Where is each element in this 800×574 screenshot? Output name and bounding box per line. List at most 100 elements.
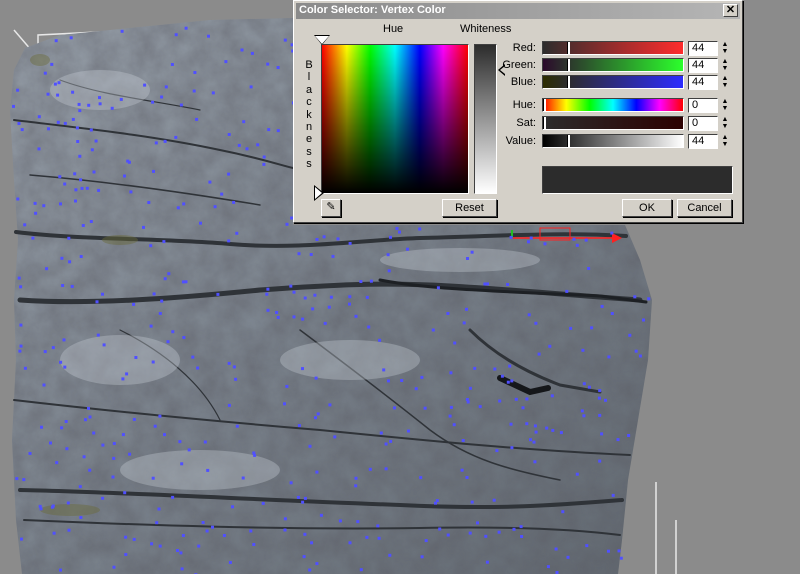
hue-value-field[interactable]: 0 [688, 98, 718, 113]
vertex-point [74, 199, 77, 203]
vertex-point [431, 328, 435, 332]
dialog-titlebar[interactable]: Color Selector: Vertex Color ✕ [296, 3, 740, 19]
green-slider[interactable] [542, 58, 684, 72]
vertex-point [201, 521, 205, 524]
hue-spinner[interactable]: ▲ ▼ [720, 98, 730, 113]
green-value-field[interactable]: 44 [688, 58, 718, 73]
vertex-point [182, 202, 186, 206]
vertex-point [329, 295, 333, 299]
vertex-point [53, 82, 57, 86]
hue-pointer[interactable] [315, 36, 329, 44]
value-value-field[interactable]: 44 [688, 134, 718, 149]
blue-value-field[interactable]: 44 [688, 75, 718, 90]
hue-slider[interactable] [542, 98, 684, 112]
vertex-point [446, 533, 450, 537]
vertex-point [527, 313, 531, 317]
vertex-point [121, 433, 125, 437]
spinner-down-icon[interactable]: ▼ [720, 141, 730, 148]
vertex-point [495, 449, 499, 453]
green-spinner[interactable]: ▲ ▼ [720, 58, 730, 73]
vertex-point [285, 384, 289, 388]
vertex-point [112, 456, 116, 460]
vertex-point [65, 447, 69, 451]
vertex-point [157, 507, 161, 511]
cancel-button[interactable]: Cancel [677, 199, 732, 217]
vertex-point [170, 63, 174, 66]
blue-slider[interactable] [542, 75, 684, 89]
vertex-point [252, 451, 256, 455]
spinner-down-icon[interactable]: ▼ [720, 82, 730, 89]
vertex-point [465, 476, 469, 479]
vertex-point [241, 476, 245, 480]
vertex-point [79, 178, 83, 182]
vertex-point [42, 204, 46, 208]
vertex-point [386, 253, 390, 257]
green-slider-thumb[interactable] [566, 59, 570, 71]
vertex-point [56, 93, 60, 97]
vertex-point [424, 539, 428, 543]
vertex-point [31, 236, 35, 240]
vertex-point [590, 326, 594, 330]
blackness-pointer[interactable] [315, 187, 322, 199]
vertex-point [28, 452, 32, 455]
vertex-point [566, 555, 570, 559]
vertex-point [308, 568, 312, 572]
vertex-point [600, 304, 604, 308]
vertex-point [16, 88, 20, 92]
spinner-up-icon[interactable]: ▲ [720, 75, 730, 82]
vertex-point [333, 435, 337, 439]
value-slider-thumb[interactable] [566, 135, 570, 147]
red-slider-thumb[interactable] [566, 42, 570, 54]
spinner-down-icon[interactable]: ▼ [720, 48, 730, 55]
vertex-point [382, 368, 386, 372]
red-spinner[interactable]: ▲ ▼ [720, 41, 730, 56]
hue-slider-thumb[interactable] [543, 99, 546, 111]
vertex-point [492, 498, 496, 502]
sat-value-field[interactable]: 0 [688, 116, 718, 131]
spinner-up-icon[interactable]: ▲ [720, 98, 730, 105]
vertex-point [493, 367, 497, 371]
vertex-point [154, 141, 158, 145]
red-slider[interactable] [542, 41, 684, 55]
vertex-point [74, 188, 78, 192]
spinner-up-icon[interactable]: ▲ [720, 58, 730, 65]
vertex-point [149, 244, 153, 248]
spinner-up-icon[interactable]: ▲ [720, 134, 730, 141]
vertex-point [315, 562, 319, 566]
vertex-point [152, 292, 156, 296]
vertex-point [152, 169, 155, 173]
eyedropper-button[interactable]: ✎ [321, 199, 341, 217]
vertex-point [446, 312, 450, 315]
spinner-up-icon[interactable]: ▲ [720, 41, 730, 48]
vertex-point [77, 102, 81, 106]
sat-spinner[interactable]: ▲ ▼ [720, 116, 730, 131]
spinner-down-icon[interactable]: ▼ [720, 123, 730, 130]
reset-button[interactable]: Reset [442, 199, 497, 217]
red-value-field[interactable]: 44 [688, 41, 718, 56]
vertex-point [348, 302, 351, 306]
vertex-point [227, 133, 231, 136]
hue-blackness-picker[interactable] [321, 44, 469, 194]
blue-label: Blue: [510, 76, 536, 88]
vertex-point [179, 103, 183, 107]
value-spinner[interactable]: ▲ ▼ [720, 134, 730, 149]
vertex-point [224, 60, 228, 64]
vertex-point [160, 299, 164, 303]
vertex-point [97, 188, 101, 192]
close-button[interactable]: ✕ [723, 4, 738, 17]
blue-spinner[interactable]: ▲ ▼ [720, 75, 730, 90]
vertex-point [267, 128, 271, 132]
spinner-up-icon[interactable]: ▲ [720, 116, 730, 123]
ok-button[interactable]: OK [622, 199, 672, 217]
vertex-point [171, 330, 175, 334]
vertex-point [598, 413, 602, 417]
vertex-point [22, 478, 26, 482]
blue-slider-thumb[interactable] [566, 76, 570, 88]
sat-slider[interactable] [542, 116, 684, 130]
vertex-point [460, 468, 464, 472]
spinner-down-icon[interactable]: ▼ [720, 65, 730, 72]
spinner-down-icon[interactable]: ▼ [720, 105, 730, 112]
sat-slider-thumb[interactable] [543, 117, 546, 129]
value-slider[interactable] [542, 134, 684, 148]
vertex-point [498, 399, 502, 403]
